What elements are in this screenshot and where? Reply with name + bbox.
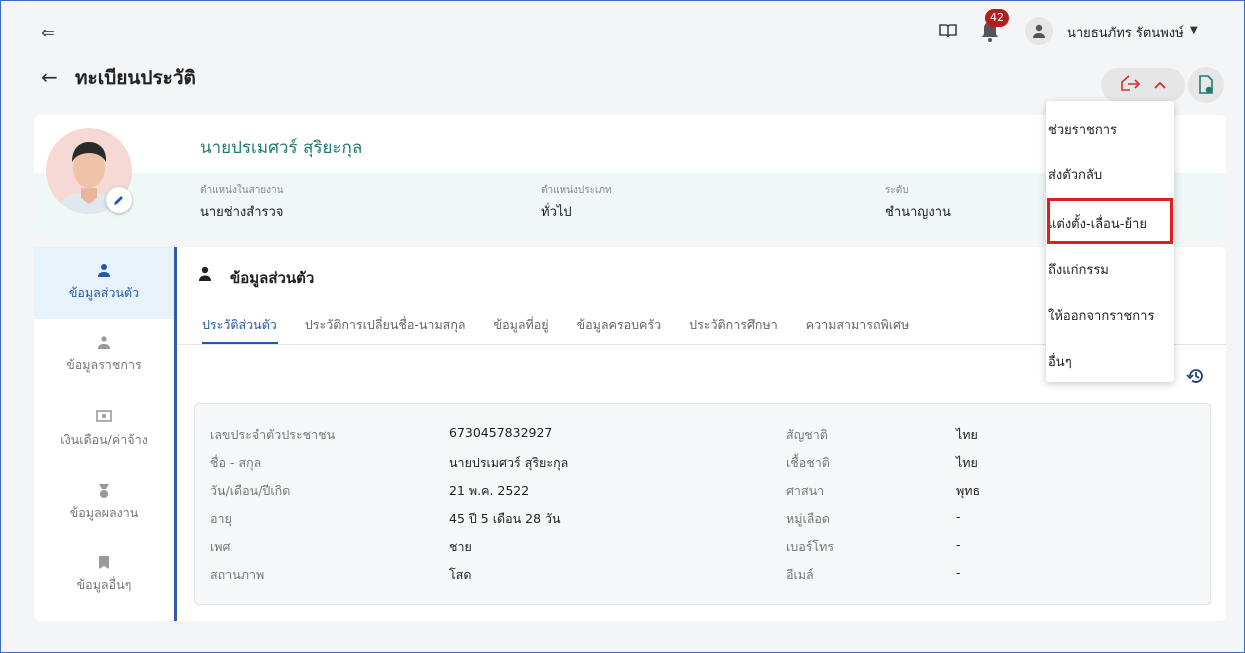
status-action-button[interactable] xyxy=(1101,68,1185,102)
sidebar-item-label: ข้อมูลผลงาน xyxy=(69,505,139,520)
highlight-box xyxy=(1047,198,1173,244)
back-arrow-icon[interactable]: ← xyxy=(41,65,58,89)
field-value-position: นายช่างสำรวจ xyxy=(200,205,284,220)
money-icon xyxy=(96,410,112,426)
menu-item-deceased[interactable]: ถึงแก่กรรม xyxy=(1046,259,1174,280)
tab-bar: ประวัติส่วนตัว ประวัติการเปลี่ยนชื่อ-นาม… xyxy=(202,315,909,335)
personal-info-box xyxy=(194,403,1211,605)
info-label: เพศ xyxy=(210,539,231,554)
info-label: สถานภาพ xyxy=(210,567,265,582)
info-label: วัน/เดือน/ปีเกิด xyxy=(210,483,291,498)
collapse-sidebar-icon[interactable]: ⇐ xyxy=(37,21,59,43)
user-avatar[interactable] xyxy=(1025,17,1053,45)
info-label: สัญชาติ xyxy=(786,427,828,442)
info-value: ไทย xyxy=(956,427,978,442)
chevron-up-icon xyxy=(1154,78,1166,93)
sidebar-item-official[interactable]: ข้อมูลราชการ xyxy=(34,319,174,391)
document-settings-button[interactable] xyxy=(1188,67,1224,103)
info-label: เบอร์โทร xyxy=(786,539,835,554)
menu-item-return[interactable]: ส่งตัวกลับ xyxy=(1046,164,1174,185)
book-icon[interactable] xyxy=(939,23,957,39)
tab-education[interactable]: ประวัติการศึกษา xyxy=(689,315,778,335)
sidebar-item-performance[interactable]: ข้อมูลผลงาน xyxy=(34,467,174,539)
field-value-level: ชำนาญงาน xyxy=(885,205,951,220)
sidebar-item-label: ข้อมูลส่วนตัว xyxy=(68,285,140,300)
field-value-type: ทั่วไป xyxy=(541,205,572,220)
info-label: ศาสนา xyxy=(786,483,825,498)
info-value: 45 ปี 5 เดือน 28 วัน xyxy=(449,511,561,526)
info-value: 21 พ.ค. 2522 xyxy=(449,483,530,498)
bookmark-icon xyxy=(98,555,110,571)
medal-icon xyxy=(98,483,110,499)
info-value: พุทธ xyxy=(956,483,981,498)
sidebar-item-label: ข้อมูลราชการ xyxy=(66,357,142,372)
field-label-type: ตำแหน่งประเภท xyxy=(541,185,612,196)
sidebar: ข้อมูลส่วนตัว ข้อมูลราชการ เงินเดือน/ค่า… xyxy=(34,247,174,621)
info-value: - xyxy=(956,565,961,580)
person-icon xyxy=(198,266,212,285)
user-name[interactable]: นายธนภัทร รัตนพงษ์ xyxy=(1067,22,1184,43)
menu-item-secondment[interactable]: ช่วยราชการ xyxy=(1046,119,1174,140)
field-label-position: ตำแหน่งในสายงาน xyxy=(200,185,284,196)
edit-icon[interactable] xyxy=(106,187,132,213)
info-label: เลขประจำตัวประชาชน xyxy=(210,427,336,442)
officer-icon xyxy=(97,335,111,351)
info-value: โสด xyxy=(449,567,472,582)
info-label: อีเมล์ xyxy=(786,567,814,582)
field-label-level: ระดับ xyxy=(885,185,909,196)
info-label: ชื่อ - สกุล xyxy=(210,455,262,470)
tab-special-skills[interactable]: ความสามารถพิเศษ xyxy=(806,315,910,335)
tab-family[interactable]: ข้อมูลครอบครัว xyxy=(577,315,662,335)
info-value: 6730457832927 xyxy=(449,425,553,440)
info-value: ชาย xyxy=(449,539,472,554)
info-value: นายปรเมศวร์ สุริยะกุล xyxy=(449,455,569,470)
info-value: - xyxy=(956,509,961,524)
sidebar-item-salary[interactable]: เงินเดือน/ค่าจ้าง xyxy=(34,394,174,466)
caret-down-icon[interactable]: ▼ xyxy=(1190,25,1198,36)
sidebar-item-label: เงินเดือน/ค่าจ้าง xyxy=(60,432,148,447)
sidebar-item-other[interactable]: ข้อมูลอื่นๆ xyxy=(34,539,174,611)
info-value: - xyxy=(956,537,961,552)
menu-item-other[interactable]: อื่นๆ xyxy=(1046,351,1174,372)
info-label: หมู่เลือด xyxy=(786,511,831,526)
sidebar-item-label: ข้อมูลอื่นๆ xyxy=(76,577,132,592)
person-icon xyxy=(97,263,111,279)
tab-personal-history[interactable]: ประวัติส่วนตัว xyxy=(202,315,277,335)
active-tab-indicator xyxy=(202,342,278,344)
info-value: ไทย xyxy=(956,455,978,470)
info-label: เชื้อชาติ xyxy=(786,455,830,470)
section-title: ข้อมูลส่วนตัว xyxy=(230,269,315,287)
info-label: อายุ xyxy=(210,511,232,526)
profile-name: นายปรเมศวร์ สุริยะกุล xyxy=(200,138,363,158)
notification-badge: 42 xyxy=(985,9,1009,27)
tab-name-change-history[interactable]: ประวัติการเปลี่ยนชื่อ-นามสกุล xyxy=(305,315,466,335)
page-title: ทะเบียนประวัติ xyxy=(75,67,196,89)
tab-address[interactable]: ข้อมูลที่อยู่ xyxy=(494,315,549,335)
exit-icon xyxy=(1120,74,1141,96)
history-icon[interactable] xyxy=(1186,366,1206,386)
sidebar-item-personal[interactable]: ข้อมูลส่วนตัว xyxy=(34,247,174,319)
menu-item-dismissal[interactable]: ให้ออกจากราชการ xyxy=(1046,305,1174,326)
